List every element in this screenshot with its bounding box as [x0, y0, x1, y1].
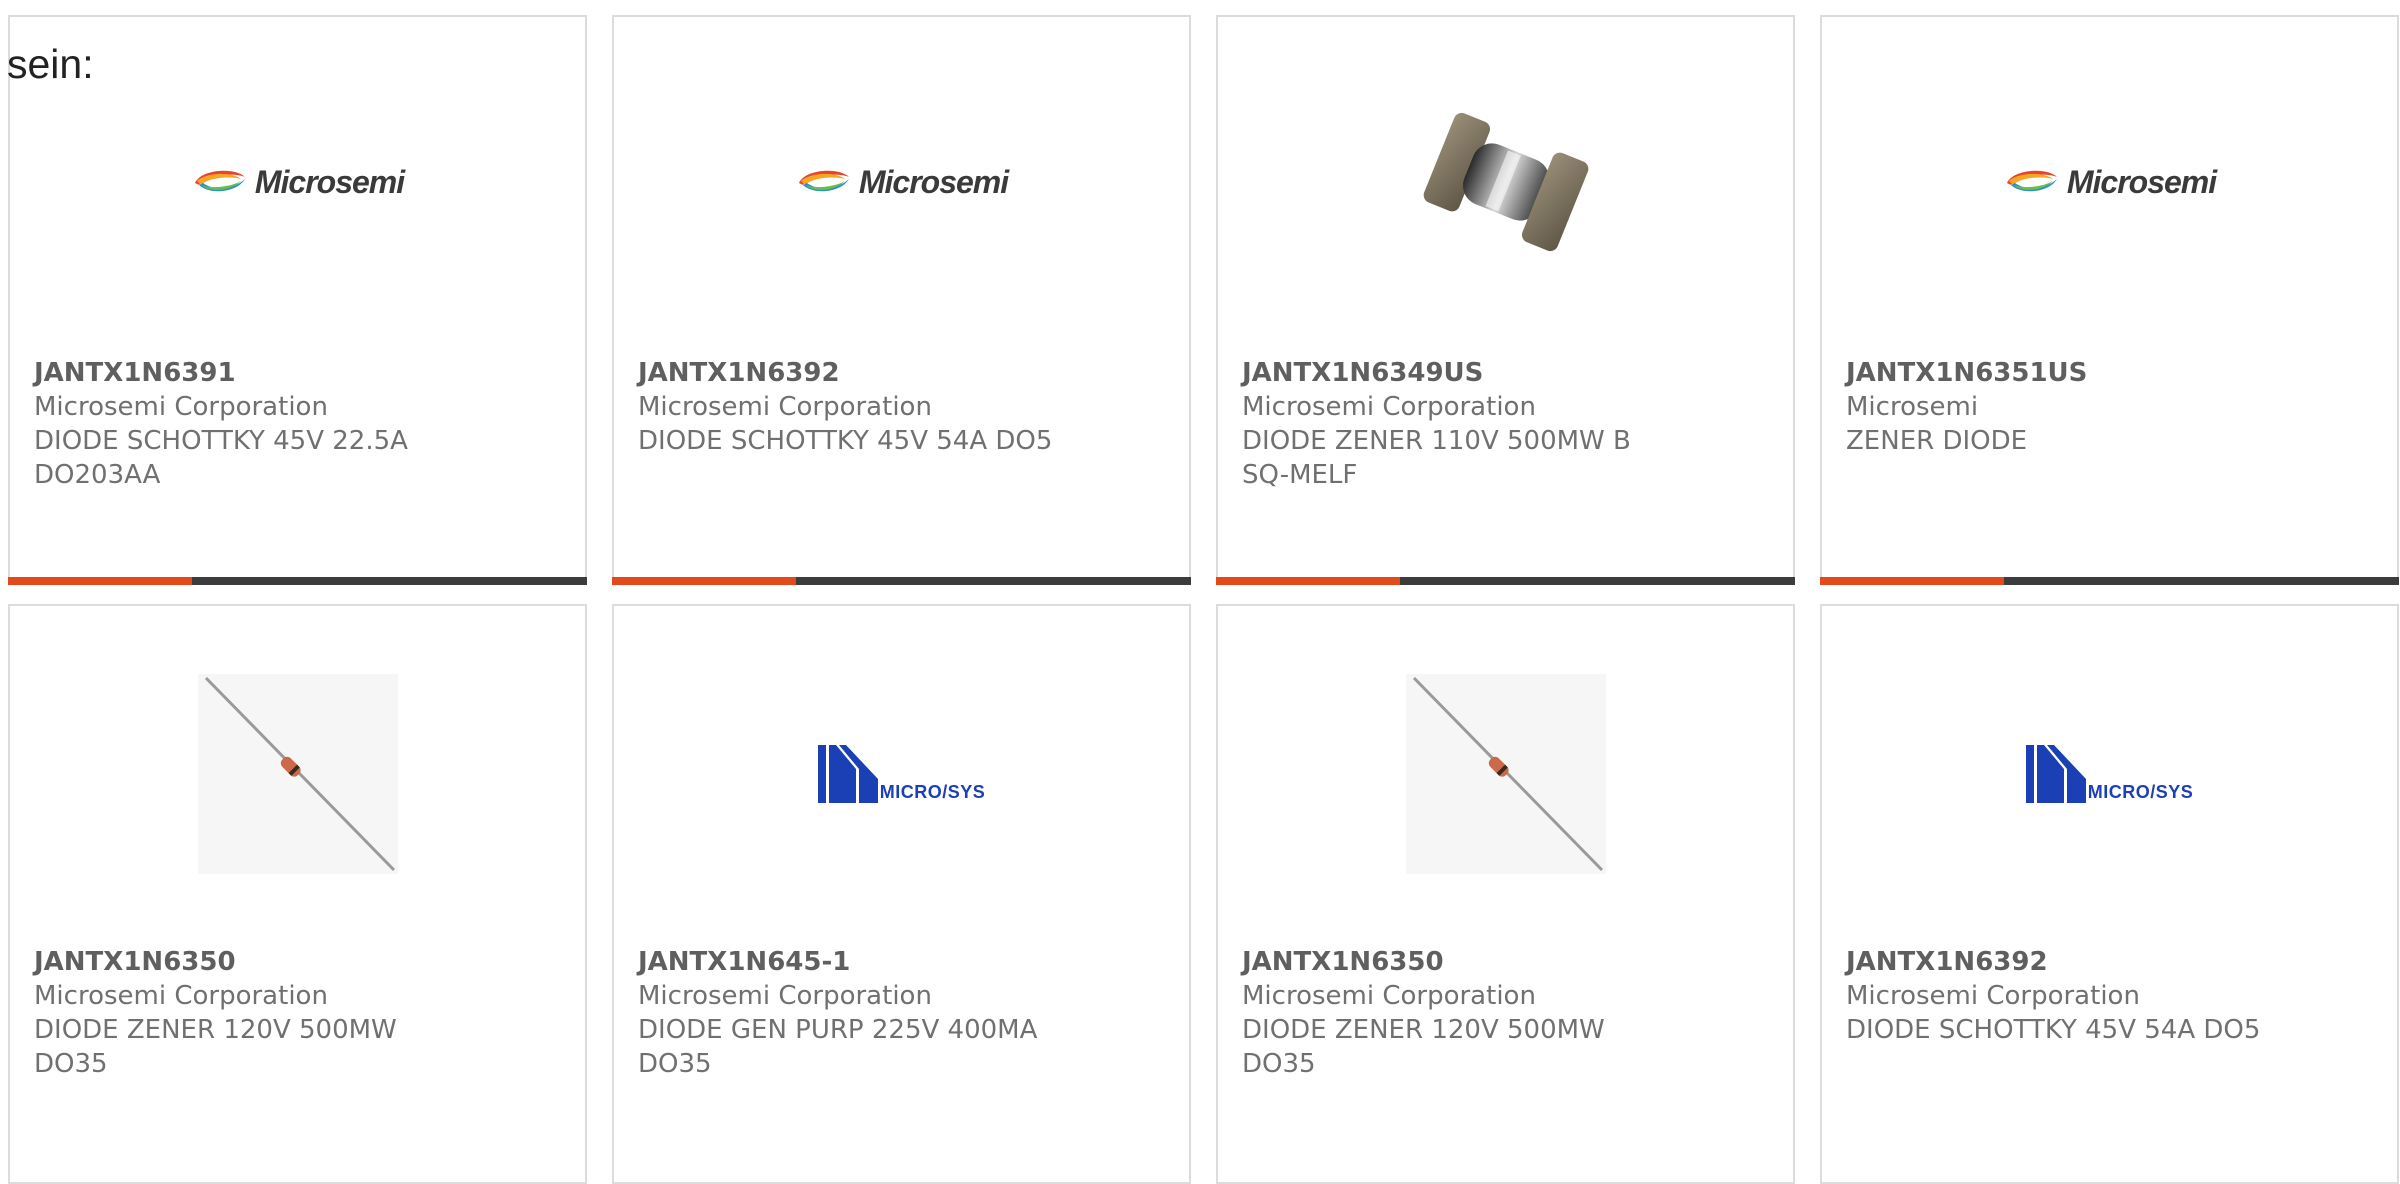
part-number[interactable]: JANTX1N6350	[34, 945, 569, 979]
product-card[interactable]: JANTX1N6350 Microsemi Corporation DIODE …	[1216, 604, 1795, 1184]
axial-diode-photo	[1218, 674, 1793, 874]
part-number[interactable]: JANTX1N6392	[638, 356, 1173, 390]
product-card[interactable]: JANTX1N6350 Microsemi Corporation DIODE …	[8, 604, 587, 1184]
product-card[interactable]: Microsemi JANTX1N6391 Microsemi Corporat…	[8, 15, 587, 585]
card-footer-bar	[8, 577, 587, 585]
card-footer-bar	[1216, 577, 1795, 585]
product-card[interactable]: MICRO/SYS JANTX1N6392 Microsemi Corporat…	[1820, 604, 2399, 1184]
manufacturer: Microsemi Corporation	[34, 392, 328, 422]
microsemi-logo: Microsemi	[614, 62, 1189, 302]
description-line: DIODE ZENER 110V 500MW B	[1242, 426, 1631, 456]
microsys-stripes-icon	[2025, 745, 2086, 803]
part-number[interactable]: JANTX1N6350	[1242, 945, 1777, 979]
description-line: DO35	[1242, 1049, 1316, 1079]
axial-diode-photo	[10, 674, 585, 874]
description-line: SQ-MELF	[1242, 460, 1358, 490]
card-accent-bar	[8, 577, 192, 585]
microsys-stripes-icon	[817, 745, 878, 803]
manufacturer: Microsemi Corporation	[638, 981, 932, 1011]
microsemi-logo: Microsemi	[1822, 62, 2397, 302]
description-line: DO35	[638, 1049, 712, 1079]
card-footer-bar	[1820, 577, 2399, 585]
description-line: ZENER DIODE	[1846, 426, 2028, 456]
card-footer-bar	[612, 577, 1191, 585]
description-line: DIODE ZENER 120V 500MW	[1242, 1015, 1605, 1045]
product-card[interactable]: MICRO/SYS JANTX1N645-1 Microsemi Corpora…	[612, 604, 1191, 1184]
description-line: DIODE SCHOTTKY 45V 54A DO5	[1846, 1015, 2261, 1045]
product-card[interactable]: Microsemi JANTX1N6392 Microsemi Corporat…	[612, 15, 1191, 585]
microsemi-swirl-icon	[798, 170, 849, 192]
intro-text: sein:	[7, 41, 94, 87]
microsemi-swirl-icon	[2006, 170, 2057, 192]
card-accent-bar	[1820, 577, 2004, 585]
manufacturer: Microsemi Corporation	[638, 392, 932, 422]
part-number[interactable]: JANTX1N6391	[34, 356, 569, 390]
card-accent-bar	[1216, 577, 1400, 585]
axial-diode-image	[1405, 674, 1606, 874]
description-line: DIODE GEN PURP 225V 400MA	[638, 1015, 1038, 1045]
manufacturer: Microsemi Corporation	[1242, 981, 1536, 1011]
product-card[interactable]: JANTX1N6349US Microsemi Corporation DIOD…	[1216, 15, 1795, 585]
microsemi-swirl-icon	[194, 170, 245, 192]
part-number[interactable]: JANTX1N6349US	[1242, 356, 1777, 390]
description-line: DIODE ZENER 120V 500MW	[34, 1015, 397, 1045]
description-line: DIODE SCHOTTKY 45V 22.5A	[34, 426, 408, 456]
microsys-logo: MICRO/SYS	[614, 674, 1189, 874]
description-line: DO203AA	[34, 460, 161, 490]
axial-diode-image	[197, 674, 398, 874]
part-number[interactable]: JANTX1N645-1	[638, 945, 1173, 979]
description-line: DO35	[34, 1049, 108, 1079]
manufacturer: Microsemi Corporation	[1242, 392, 1536, 422]
part-number[interactable]: JANTX1N6392	[1846, 945, 2381, 979]
card-accent-bar	[612, 577, 796, 585]
part-number[interactable]: JANTX1N6351US	[1846, 356, 2381, 390]
melf-diode-image	[1423, 112, 1588, 252]
microsemi-logo: Microsemi	[10, 62, 585, 302]
product-card[interactable]: Microsemi JANTX1N6351US Microsemi ZENER …	[1820, 15, 2399, 585]
manufacturer: Microsemi Corporation	[1846, 981, 2140, 1011]
description-line: DIODE SCHOTTKY 45V 54A DO5	[638, 426, 1053, 456]
melf-diode-photo	[1218, 62, 1793, 302]
manufacturer: Microsemi	[1846, 392, 1979, 422]
manufacturer: Microsemi Corporation	[34, 981, 328, 1011]
microsys-logo: MICRO/SYS	[1822, 674, 2397, 874]
